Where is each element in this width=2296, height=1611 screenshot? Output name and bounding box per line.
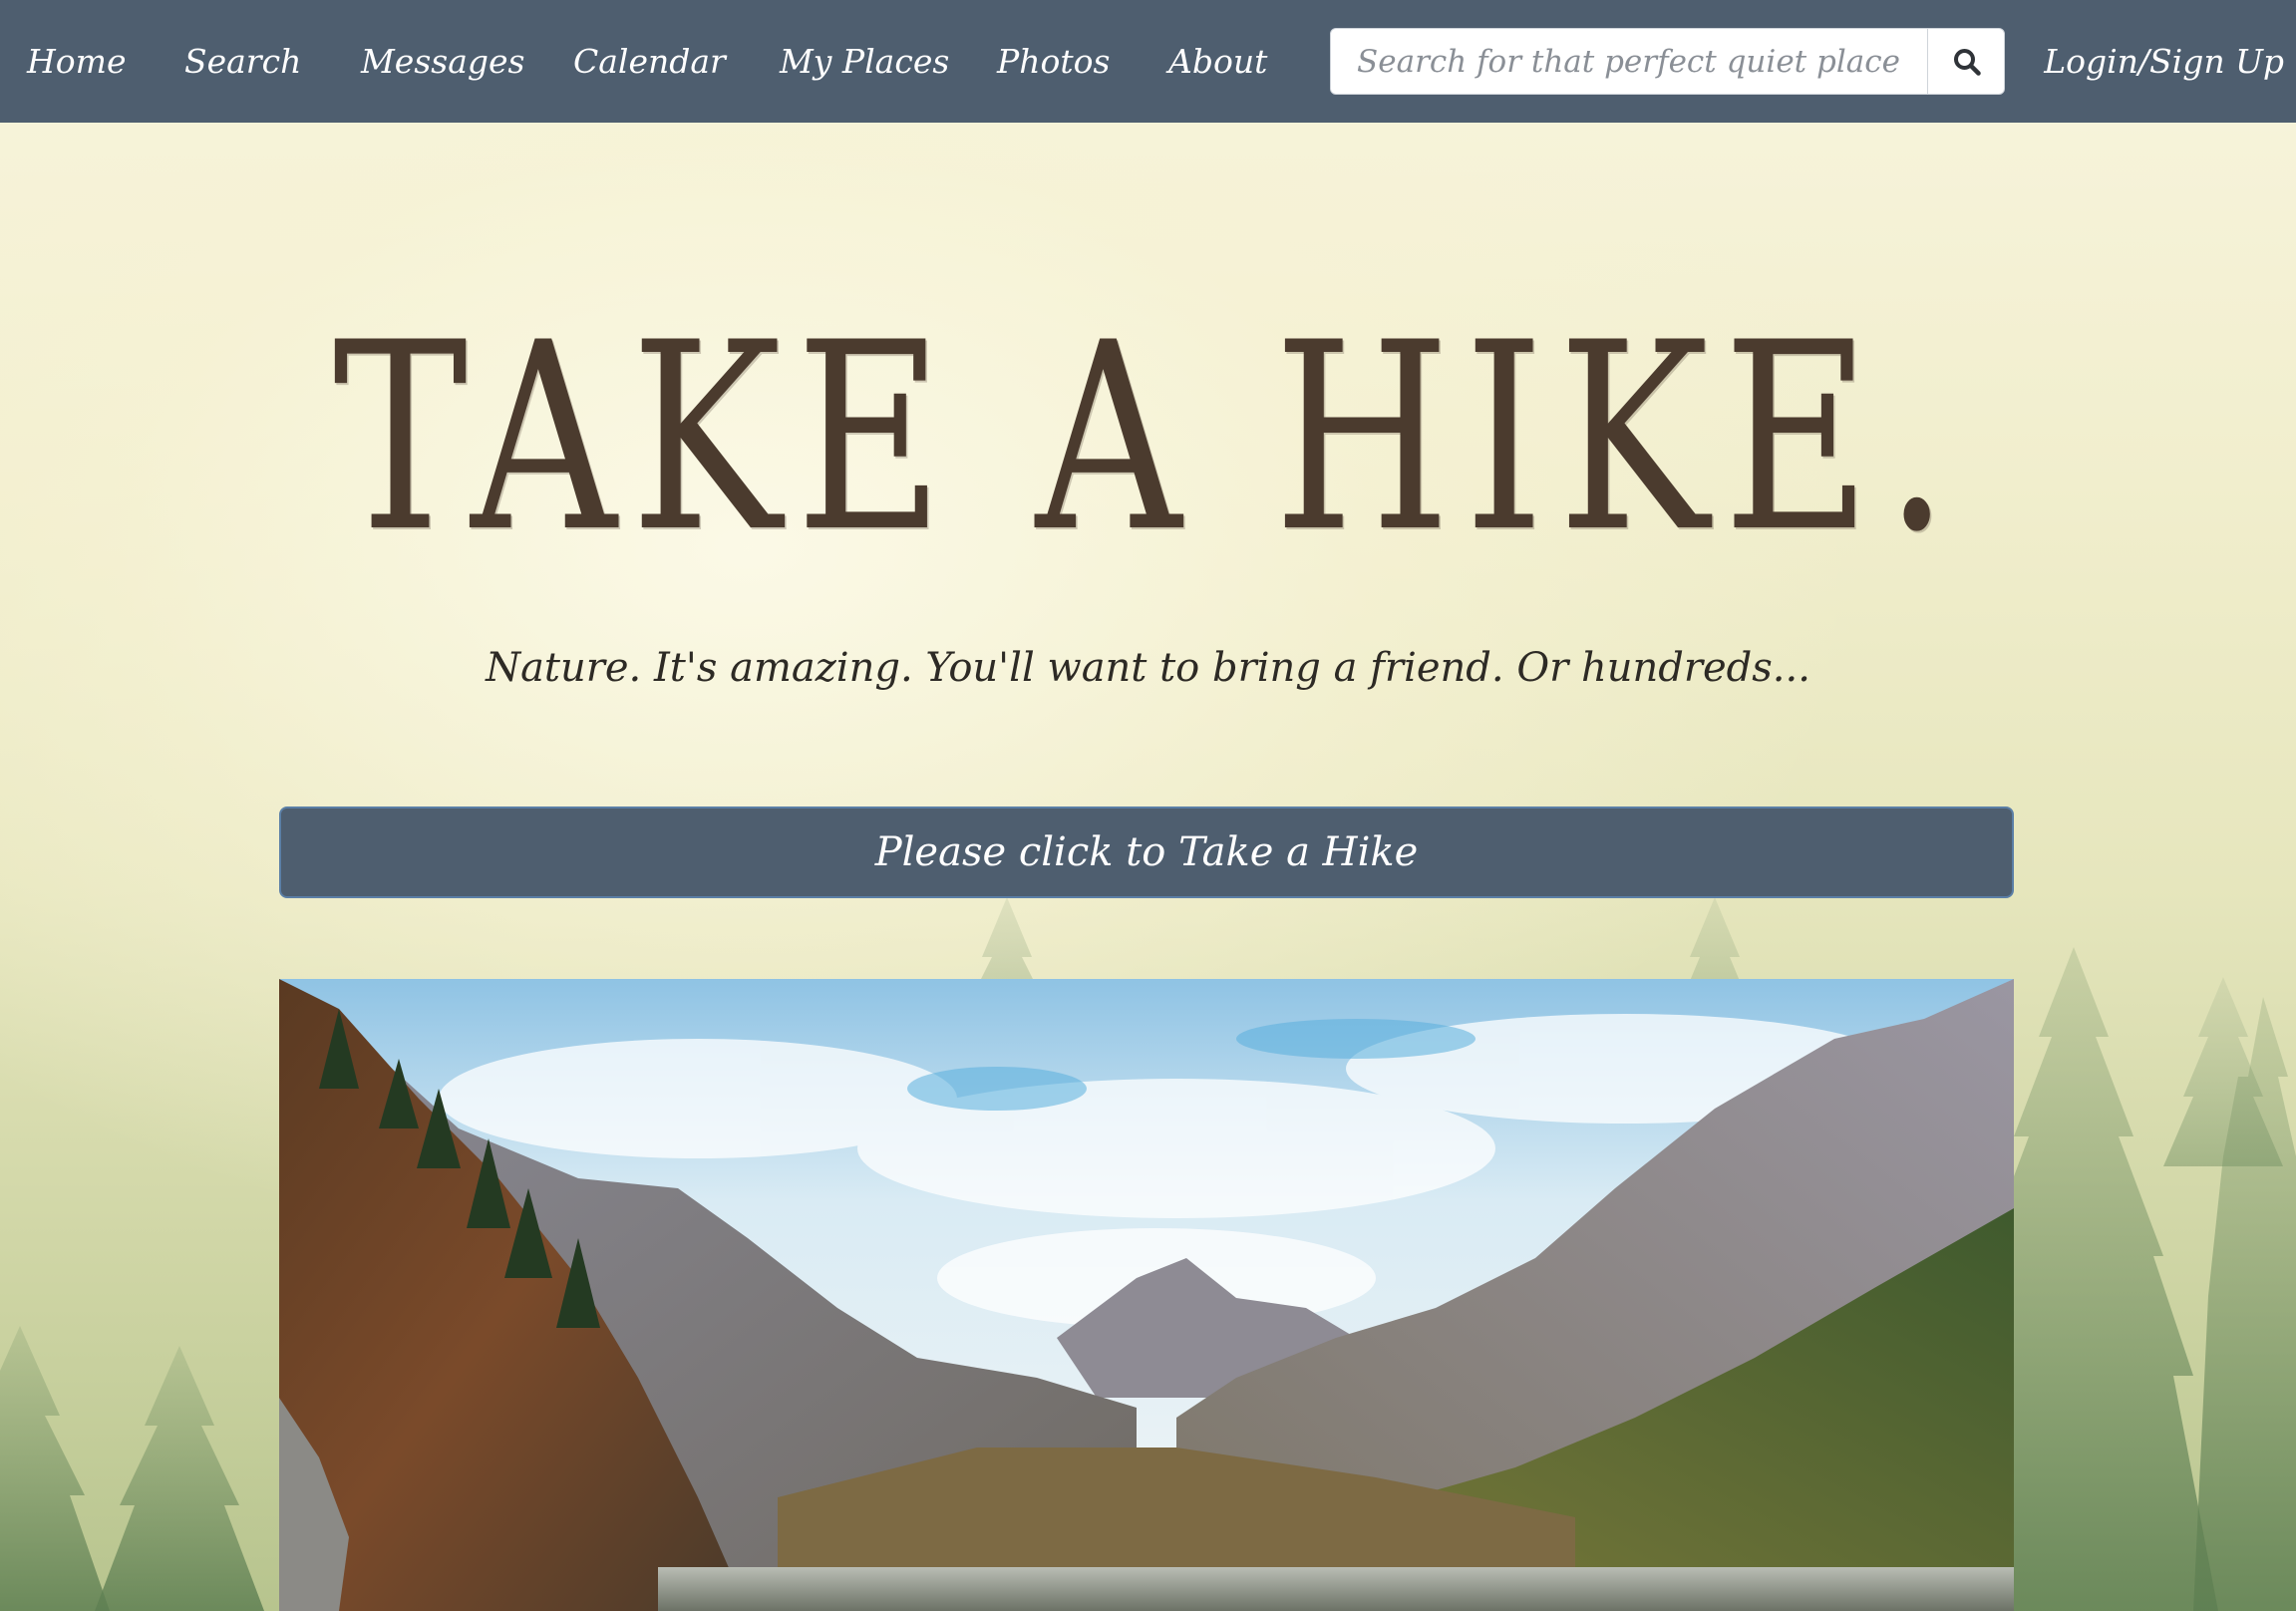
search-button[interactable] bbox=[1927, 29, 2004, 94]
mountain-lake-photo bbox=[279, 979, 2014, 1611]
page-subtitle: Nature. It's amazing. You'll want to bri… bbox=[486, 645, 1810, 691]
page-title: Take a Hike. bbox=[332, 288, 1963, 589]
take-a-hike-button[interactable]: Please click to Take a Hike bbox=[279, 806, 2014, 898]
nav-link-my-places[interactable]: My Places bbox=[780, 0, 949, 123]
top-navbar: Home Search Messages Calendar My Places … bbox=[0, 0, 2296, 123]
nav-link-home[interactable]: Home bbox=[27, 0, 126, 123]
login-signup-link[interactable]: Login/Sign Up bbox=[2044, 0, 2284, 123]
search-bar bbox=[1330, 28, 2005, 95]
mountain-lake-image bbox=[279, 979, 2014, 1611]
search-input[interactable] bbox=[1331, 29, 1927, 94]
nav-link-messages[interactable]: Messages bbox=[361, 0, 524, 123]
nav-link-calendar[interactable]: Calendar bbox=[573, 0, 726, 123]
nav-link-about[interactable]: About bbox=[1168, 0, 1267, 123]
nav-link-search[interactable]: Search bbox=[184, 0, 301, 123]
search-icon bbox=[1954, 48, 1981, 76]
nav-link-photos[interactable]: Photos bbox=[997, 0, 1110, 123]
